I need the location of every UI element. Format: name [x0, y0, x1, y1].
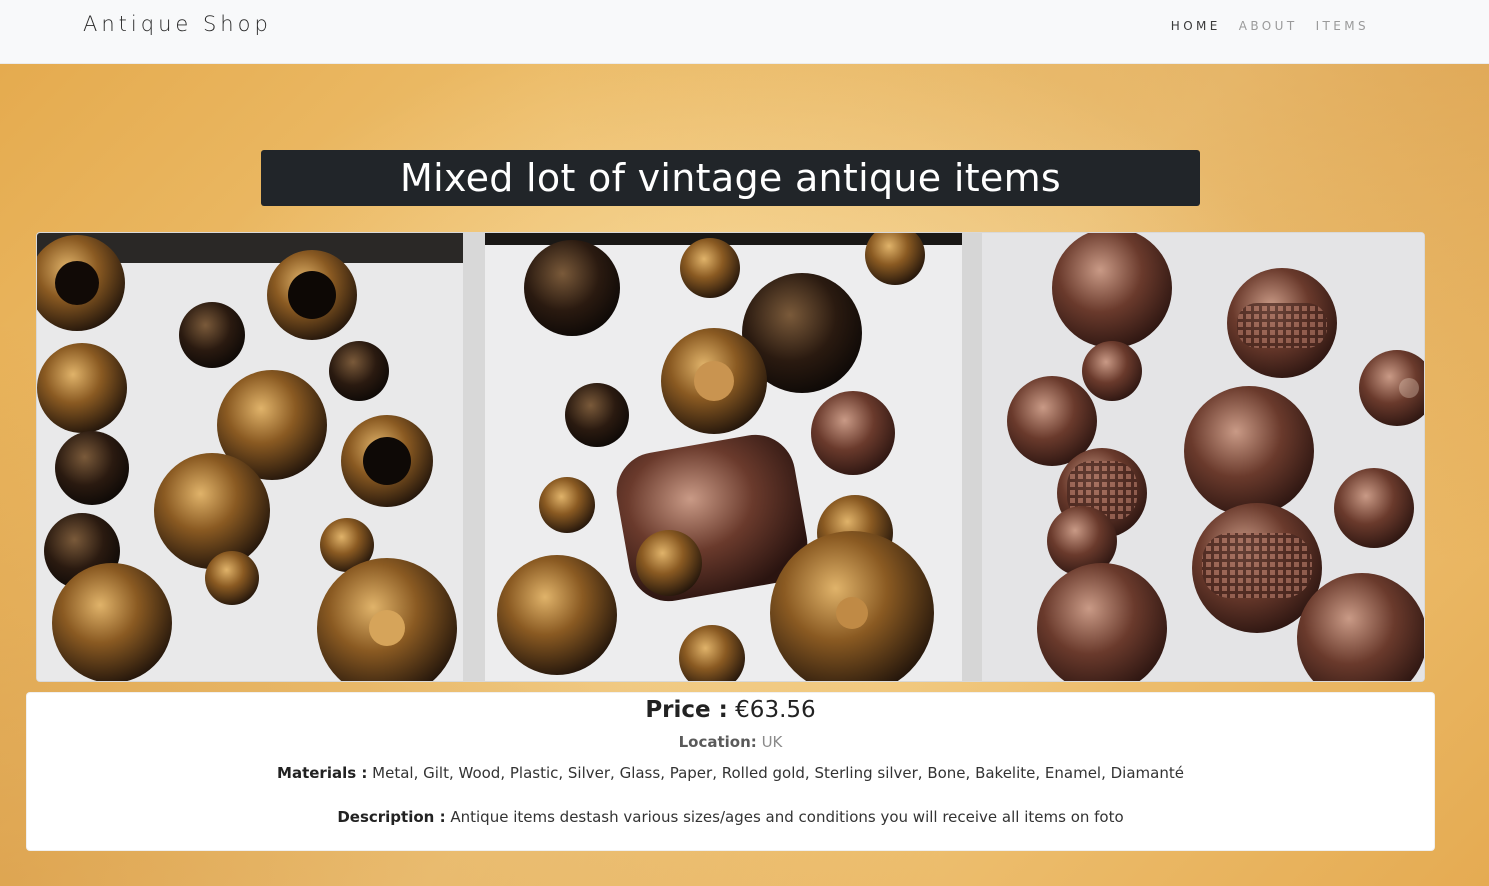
item-photo [36, 232, 1425, 682]
description-value: Antique items destash various sizes/ages… [450, 808, 1124, 826]
location-label: Location: [678, 733, 757, 751]
description-line: Description : Antique items destash vari… [27, 808, 1434, 826]
nav-about[interactable]: ABOUT [1239, 19, 1298, 33]
item-title-bar: Mixed lot of vintage antique items [261, 150, 1200, 206]
materials-line: Materials : Metal, Gilt, Wood, Plastic, … [27, 764, 1434, 782]
location-line: Location: UK [27, 733, 1434, 751]
materials-label: Materials : [277, 764, 368, 782]
description-label: Description : [337, 808, 446, 826]
navbar: Antique Shop HOME ABOUT ITEMS [0, 0, 1489, 64]
price-line: Price : €63.56 [27, 697, 1434, 723]
item-details-card: Price : €63.56 Location: UK Materials : … [26, 692, 1435, 851]
item-title: Mixed lot of vintage antique items [400, 156, 1061, 200]
nav-home[interactable]: HOME [1171, 19, 1221, 33]
price-value: €63.56 [735, 697, 816, 723]
price-label: Price : [645, 697, 728, 723]
materials-value: Metal, Gilt, Wood, Plastic, Silver, Glas… [372, 764, 1184, 782]
nav-links: HOME ABOUT ITEMS [1171, 19, 1369, 33]
nav-items[interactable]: ITEMS [1316, 19, 1369, 33]
location-value: UK [761, 733, 783, 751]
brand-logo[interactable]: Antique Shop [83, 12, 272, 36]
